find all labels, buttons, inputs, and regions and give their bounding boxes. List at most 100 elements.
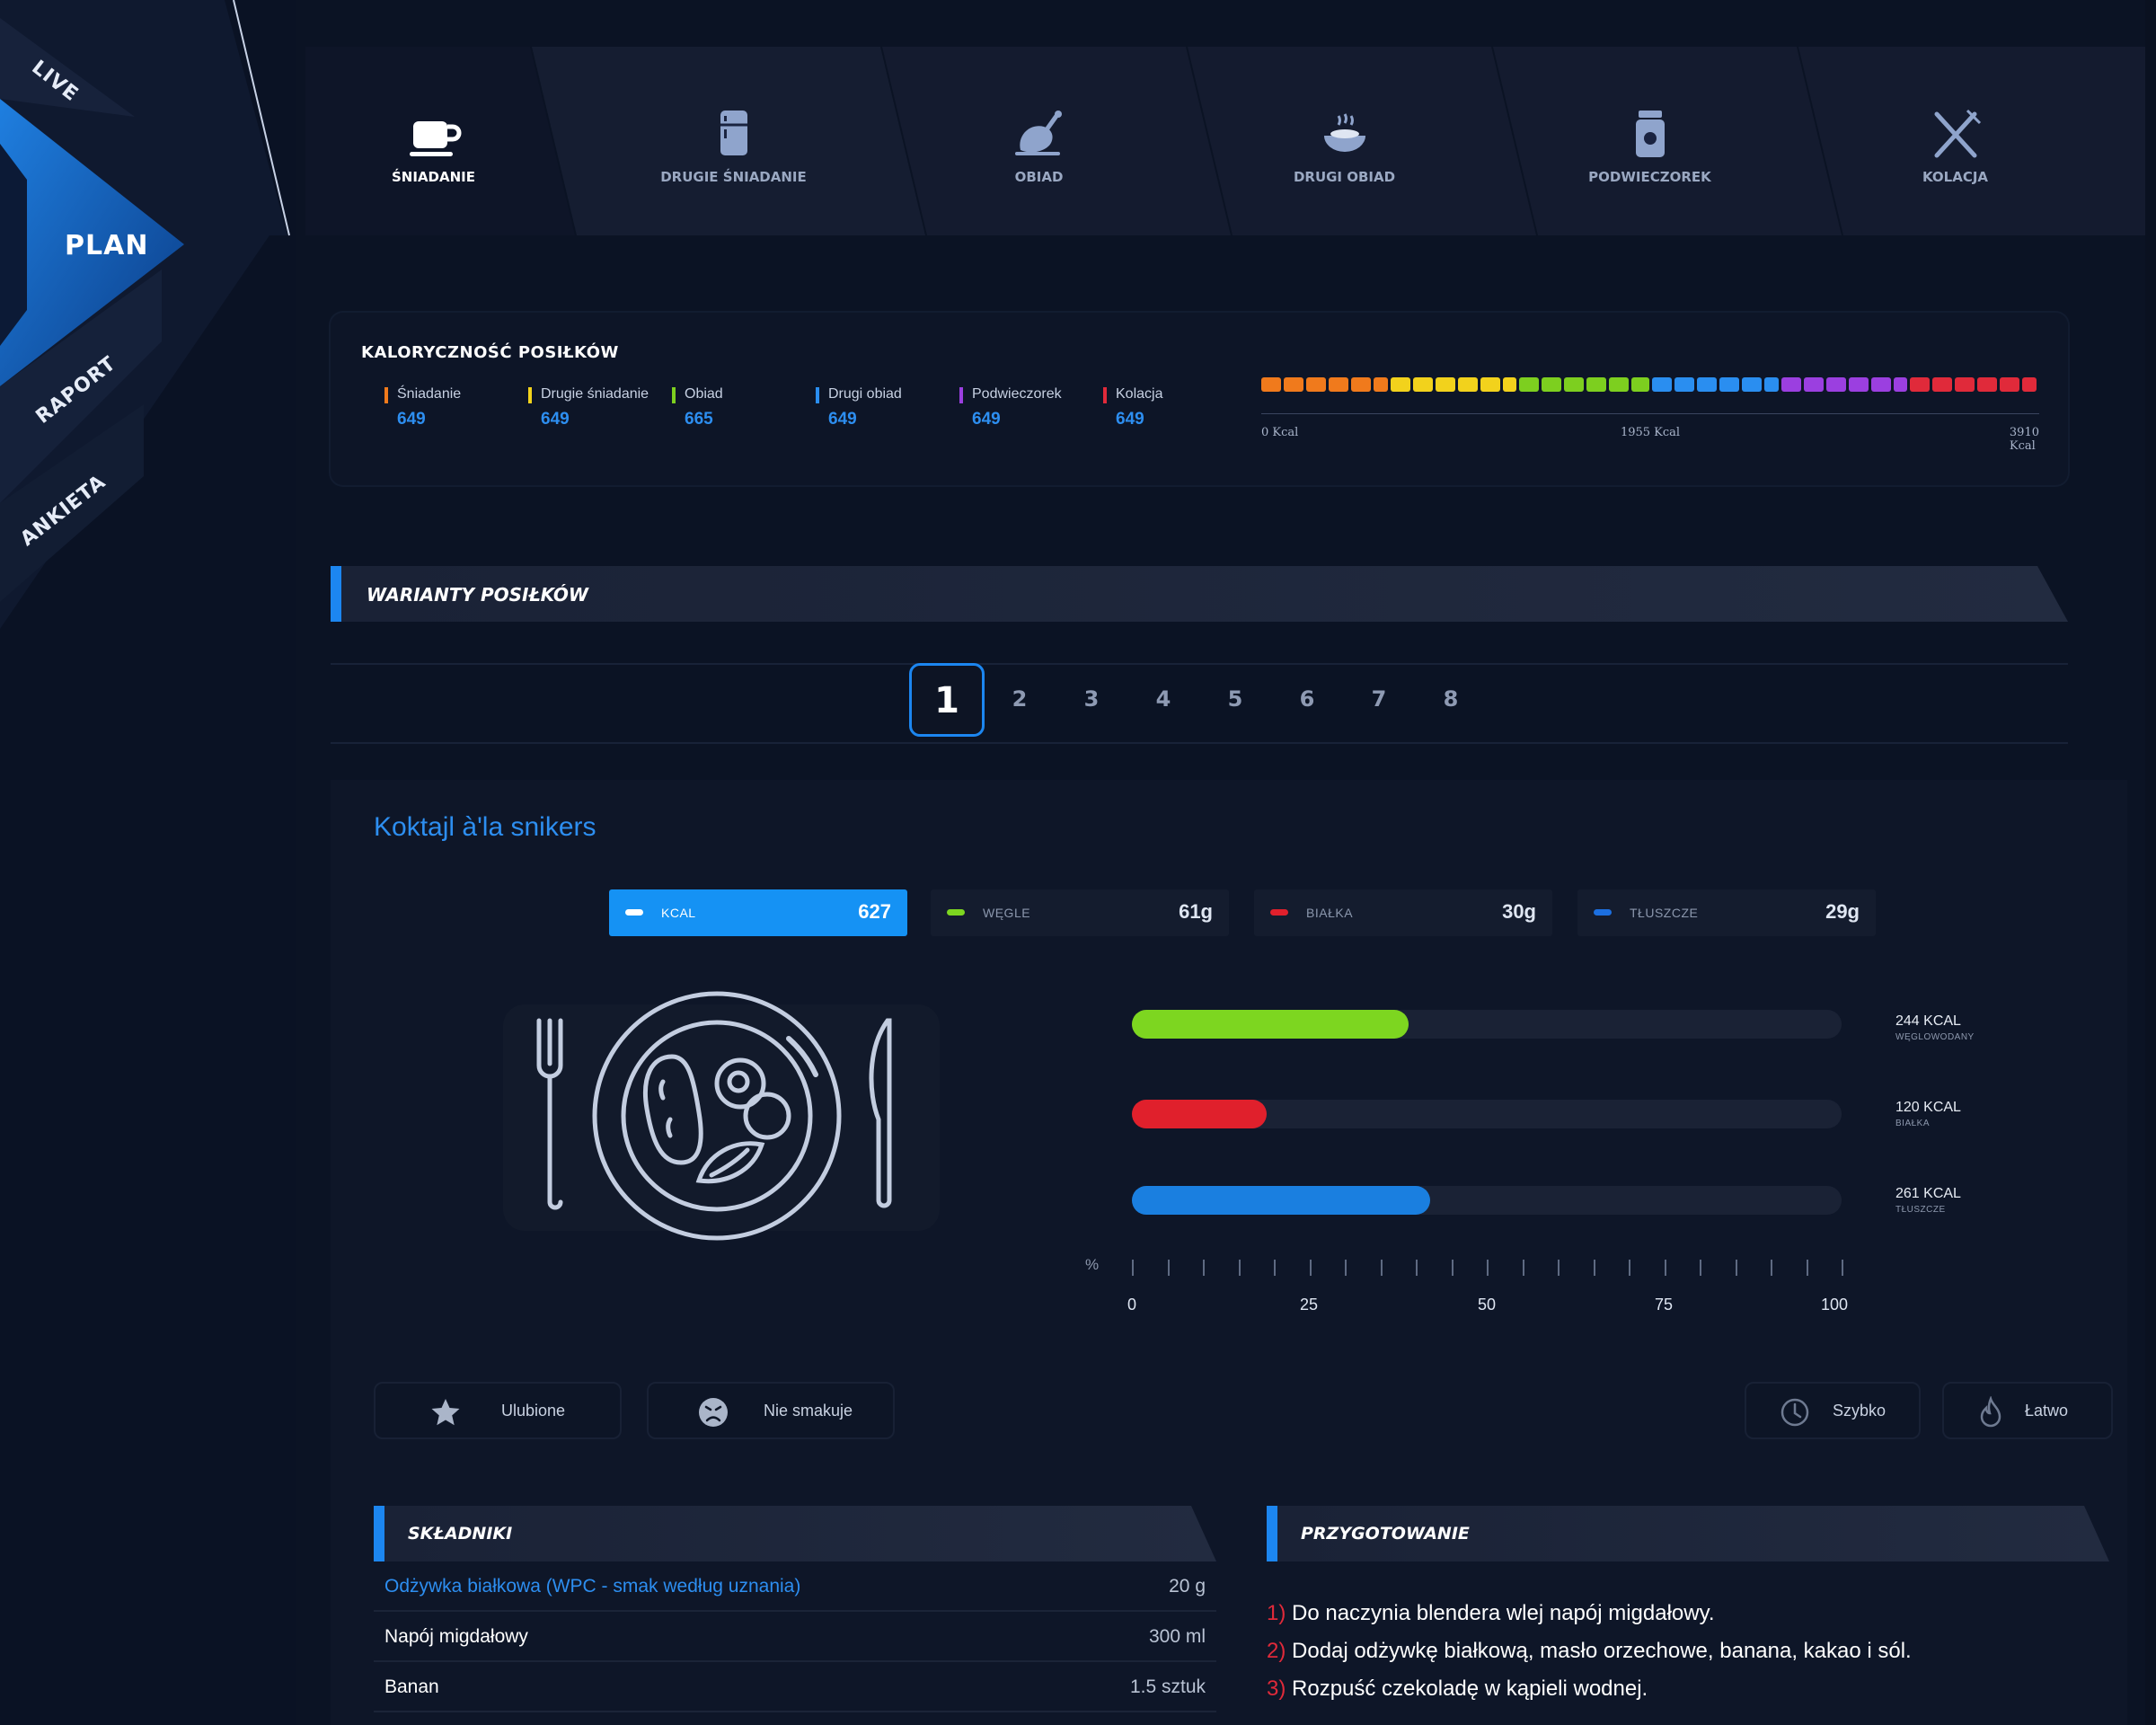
calorie-bar-segment <box>1390 377 1410 392</box>
calorie-bar-segment <box>1374 377 1388 392</box>
favorite-button[interactable]: Ulubione <box>374 1382 622 1439</box>
calorie-bar-segment <box>1932 377 1953 392</box>
clock-icon <box>1780 1398 1809 1427</box>
scale-tick <box>1132 1260 1134 1276</box>
meal-kcal: 649 <box>397 410 426 429</box>
tab-label: PODWIECZOREK <box>1588 169 1711 185</box>
tab-drugie-sniadanie[interactable]: DRUGIE ŚNIADANIE <box>579 54 888 234</box>
variant-page-2[interactable]: 2 <box>1002 686 1038 712</box>
ingredients-header-accent <box>374 1506 384 1561</box>
variant-page-label: 1 <box>934 680 959 721</box>
variant-page-8[interactable]: 8 <box>1433 686 1469 712</box>
ingredient-name: Banan <box>384 1676 439 1697</box>
scale-tick <box>1238 1260 1241 1276</box>
macro-value: 627 <box>858 900 891 923</box>
variants-header: WARIANTY POSIŁKÓW <box>331 566 2068 622</box>
recipe-title: Koktajl à'la snikers <box>374 812 596 842</box>
tab-sniadanie[interactable]: ŚNIADANIE <box>278 54 588 234</box>
macro-value: 29g <box>1825 900 1860 923</box>
recipe-panel: Koktajl à'la snikers KCAL 627 WĘGLE 61g … <box>331 780 2127 1725</box>
calorie-axis-line <box>1261 413 2039 414</box>
scale-tick <box>1806 1260 1808 1276</box>
flame-icon <box>1980 1396 2001 1428</box>
calorie-bar-segment <box>1519 377 1540 392</box>
carbs-kcal: 244 KCAL <box>1895 1013 1961 1029</box>
calorie-bar-segment <box>1870 377 1891 392</box>
hot-dish-icon <box>1323 113 1365 152</box>
macro-tab-tluszcze[interactable]: TŁUSZCZE 29g <box>1577 889 1876 936</box>
scale-tick <box>1522 1260 1524 1276</box>
macro-tab-wegle[interactable]: WĘGLE 61g <box>931 889 1229 936</box>
calorie-bar-segment <box>1977 377 1998 392</box>
page-scrollbar[interactable] <box>2145 0 2156 1725</box>
macro-name: WĘGLE <box>983 906 1031 920</box>
meal-color-marker <box>816 387 819 403</box>
calorie-bar-segment <box>1502 377 1517 392</box>
star-icon <box>431 1399 460 1426</box>
variant-page-6[interactable]: 6 <box>1289 686 1325 712</box>
variant-page-5[interactable]: 5 <box>1217 686 1253 712</box>
step-text: Dodaj odżywkę białkową, masło orzechowe,… <box>1292 1639 1912 1663</box>
fridge-icon <box>720 111 747 155</box>
meal-tabs: ŚNIADANIE DRUGIE ŚNIADANIE OBIAD DRUGI O… <box>305 0 2156 235</box>
preparation-header: PRZYGOTOWANIE <box>1267 1506 2109 1561</box>
calorie-bar-segment <box>1329 377 1348 392</box>
tab-obiad[interactable]: OBIAD <box>884 54 1194 234</box>
calorie-summary-card: KALORYCZNOŚĆ POSIŁKÓW Śniadanie 649 Drug… <box>331 313 2068 485</box>
meal-kcal: 649 <box>1116 410 1144 429</box>
scale-label-75: 75 <box>1654 1296 1674 1314</box>
calorie-bar-segment <box>1825 377 1846 392</box>
ingredient-row: Napój migdałowy 300 ml <box>374 1612 1216 1662</box>
scale-tick <box>1274 1260 1276 1276</box>
calorie-bar-segment <box>1586 377 1607 392</box>
meal-name: Podwieczorek <box>972 386 1062 402</box>
calorie-bar-segment <box>1261 377 1281 392</box>
side-navigation: LIVE PLAN RAPORT ANKIETA <box>0 0 296 1725</box>
macro-name: TŁUSZCZE <box>1630 906 1699 920</box>
meal-name: Kolacja <box>1116 386 1163 402</box>
calorie-bar-segment <box>2000 377 2020 392</box>
tab-podwieczorek[interactable]: PODWIECZOREK <box>1495 54 1805 234</box>
ingredient-name: Napój migdałowy <box>384 1626 528 1647</box>
meal-color-marker <box>959 387 963 403</box>
calorie-bar-segment <box>1719 377 1739 392</box>
ingredients-title: SKŁADNIKI <box>408 1524 513 1544</box>
tab-drugi-obiad[interactable]: DRUGI OBIAD <box>1189 54 1499 234</box>
tab-label: DRUGI OBIAD <box>1293 169 1396 185</box>
scale-tick <box>1842 1260 1843 1276</box>
meal-color-marker <box>384 387 388 403</box>
scale-tick <box>1345 1260 1347 1276</box>
macro-tab-bialka[interactable]: BIAŁKA 30g <box>1254 889 1552 936</box>
tab-kolacja[interactable]: KOLACJA <box>1800 54 2110 234</box>
calorie-bar-segment <box>1955 377 1975 392</box>
calorie-bar-segment <box>1910 377 1931 392</box>
easy-tag: Łatwo <box>1942 1382 2113 1439</box>
variant-page-3[interactable]: 3 <box>1074 686 1109 712</box>
calorie-bar-segment <box>1412 377 1433 392</box>
variant-page-4[interactable]: 4 <box>1145 686 1181 712</box>
scale-tick <box>1735 1260 1737 1276</box>
variant-page-1[interactable]: 1 <box>909 663 985 737</box>
fat-label: TŁUSZCZE <box>1895 1205 1946 1215</box>
coffee-cup-icon <box>409 121 461 156</box>
ingredient-name-link[interactable]: Odżywka białkowa (WPC - smak według uzna… <box>384 1576 800 1597</box>
variants-title: WARIANTY POSIŁKÓW <box>367 584 588 606</box>
jar-icon <box>1635 111 1665 157</box>
step-text: Do naczynia blendera wlej napój migdałow… <box>1292 1601 1715 1625</box>
sidenav-item-plan[interactable]: PLAN <box>65 230 148 261</box>
macro-color-dot <box>1270 909 1288 916</box>
macro-color-dot <box>625 909 643 916</box>
ingredients-header: SKŁADNIKI <box>374 1506 1216 1561</box>
macro-tab-kcal[interactable]: KCAL 627 <box>609 889 907 936</box>
scale-tick <box>1629 1260 1630 1276</box>
quick-label: Szybko <box>1833 1402 1886 1420</box>
plate-illustration-icon <box>536 991 892 1241</box>
variant-page-7[interactable]: 7 <box>1361 686 1397 712</box>
preparation-step: 2) Dodaj odżywkę białkową, masło orzecho… <box>1267 1639 1912 1664</box>
protein-kcal: 120 KCAL <box>1895 1100 1961 1115</box>
calorie-bar-segment <box>1435 377 1455 392</box>
scale-tick <box>1451 1260 1454 1276</box>
scale-tick <box>1487 1260 1489 1276</box>
dislike-button[interactable]: Nie smakuje <box>647 1382 895 1439</box>
calorie-bar-segment <box>1763 377 1779 392</box>
